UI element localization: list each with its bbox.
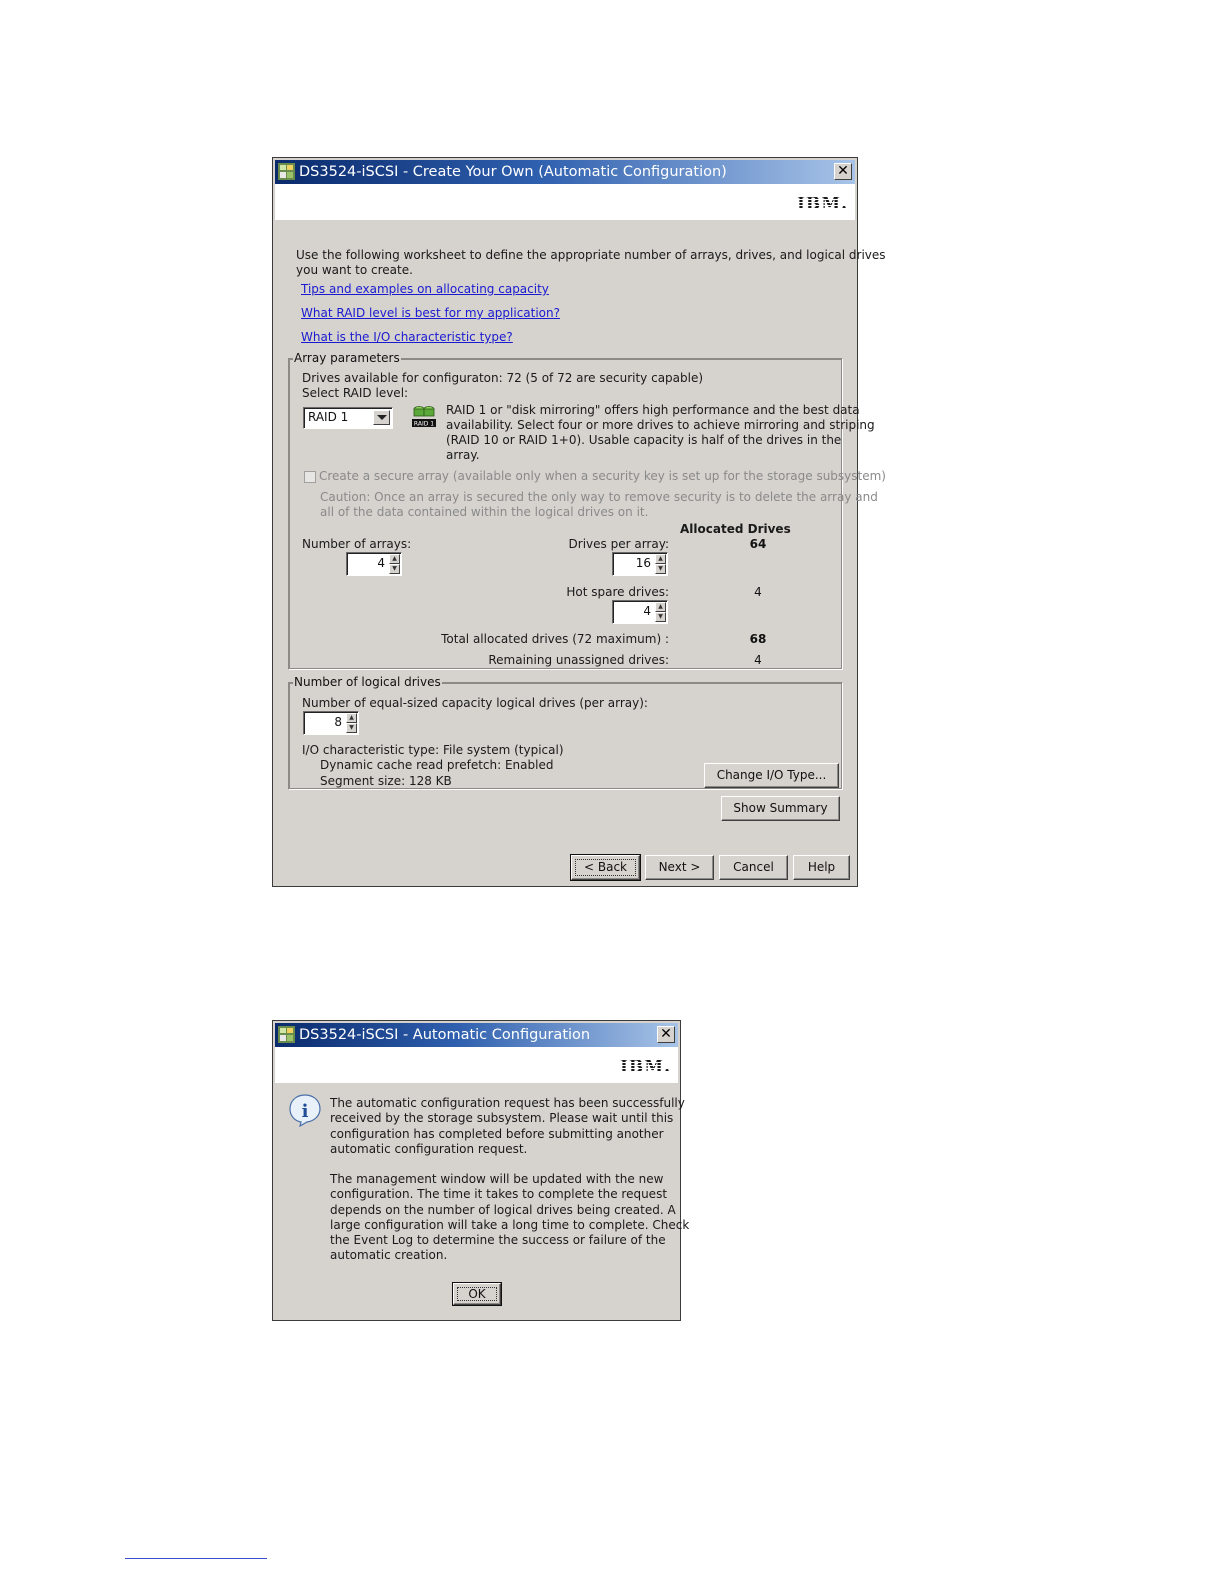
window-title: DS3524-iSCSI - Automatic Configuration (299, 1027, 591, 1043)
ok-button[interactable]: OK (452, 1282, 502, 1306)
hot-spare-label: Hot spare drives: (566, 585, 669, 599)
io-characteristic-help-link[interactable]: What is the I/O characteristic type? (301, 330, 513, 344)
array-parameters-group: Array parameters Drives available for co… (288, 351, 886, 670)
drives-per-array-stepper[interactable]: 16 ▲ ▼ (612, 552, 668, 576)
message-line: large configuration will take a long tim… (330, 1218, 690, 1232)
close-icon[interactable]: ✕ (834, 163, 852, 180)
automatic-configuration-dialog: DS3524-iSCSI - Automatic Configuration ✕… (272, 1020, 689, 1321)
message-line: depends on the number of logical drives … (330, 1203, 676, 1217)
hot-spare-value: 4 (643, 604, 651, 618)
raid-level-value: RAID 1 (308, 410, 349, 424)
select-raid-label: Select RAID level: (302, 386, 409, 400)
remaining-unassigned-label: Remaining unassigned drives: (488, 653, 669, 667)
cancel-label: Cancel (733, 860, 774, 874)
back-label: < Back (575, 859, 636, 876)
raid-description-line: RAID 1 or "disk mirroring" offers high p… (446, 403, 860, 417)
drives-per-array-value: 16 (635, 556, 651, 570)
help-button[interactable]: Help (793, 855, 850, 880)
caution-text-2: all of the data contained within the log… (320, 505, 649, 519)
banner: IBM. (275, 184, 855, 220)
drives-per-array-label: Drives per array: (568, 537, 669, 551)
caution-text: Caution: Once an array is secured the on… (320, 490, 878, 504)
footnote-rule (125, 1558, 267, 1559)
cancel-button[interactable]: Cancel (719, 855, 788, 880)
tips-link[interactable]: Tips and examples on allocating capacity (301, 282, 549, 296)
create-your-own-dialog: DS3524-iSCSI - Create Your Own (Automati… (272, 157, 886, 887)
drives-available-text: Drives available for configuraton: 72 (5… (302, 371, 704, 385)
next-button[interactable]: Next > (645, 855, 714, 880)
allocated-hot-spare-value: 4 (754, 585, 762, 599)
prefetch-text: Dynamic cache read prefetch: Enabled (320, 758, 554, 772)
close-icon[interactable]: ✕ (657, 1026, 675, 1043)
message-line: automatic creation. (330, 1248, 448, 1262)
ibm-logo: IBM. (796, 194, 848, 214)
raid-icon-label: RAID 1 (414, 421, 434, 428)
intro-text-2: you want to create. (296, 263, 413, 277)
show-summary-label: Show Summary (733, 801, 828, 815)
secure-array-checkbox[interactable] (304, 471, 316, 483)
secure-array-label: Create a secure array (available only wh… (319, 469, 886, 483)
total-allocated-label: Total allocated drives (72 maximum) : (441, 632, 669, 646)
window-title: DS3524-iSCSI - Create Your Own (Automati… (299, 164, 727, 180)
spin-down-icon[interactable]: ▼ (655, 564, 666, 574)
array-parameters-legend: Array parameters (293, 351, 401, 365)
raid-level-help-link[interactable]: What RAID level is best for my applicati… (301, 306, 560, 320)
title-bar[interactable]: DS3524-iSCSI - Create Your Own (Automati… (275, 160, 855, 184)
ok-label: OK (457, 1287, 497, 1301)
storage-manager-app-icon (278, 1026, 295, 1043)
hot-spare-stepper[interactable]: 4 ▲ ▼ (612, 600, 668, 624)
change-io-type-button[interactable]: Change I/O Type... (704, 763, 839, 788)
allocated-drives-header: Allocated Drives (680, 522, 791, 536)
banner: IBM. (275, 1047, 678, 1083)
message-line: The automatic configuration request has … (330, 1096, 685, 1110)
spin-up-icon[interactable]: ▲ (655, 602, 666, 612)
storage-manager-app-icon (278, 163, 295, 180)
io-type-text: I/O characteristic type: File system (ty… (302, 743, 564, 757)
raid-description-line: availability. Select four or more drives… (446, 418, 875, 432)
raid-description-line: array. (446, 448, 480, 462)
info-icon: i (289, 1094, 321, 1127)
message-line: configuration has completed before submi… (330, 1127, 664, 1141)
info-icon-glyph: i (302, 1101, 309, 1122)
allocated-per-array-value: 64 (749, 537, 767, 551)
spin-up-icon[interactable]: ▲ (655, 554, 666, 564)
show-summary-button[interactable]: Show Summary (721, 796, 840, 821)
number-of-arrays-label: Number of arrays: (302, 537, 412, 551)
chevron-down-icon[interactable] (373, 410, 390, 425)
message-line: the Event Log to determine the success o… (330, 1233, 666, 1247)
spin-up-icon[interactable]: ▲ (346, 713, 357, 723)
spin-down-icon[interactable]: ▼ (346, 723, 357, 733)
logical-drives-legend: Number of logical drives (293, 675, 442, 689)
number-of-arrays-stepper[interactable]: 4 ▲ ▼ (346, 552, 402, 576)
message-line: automatic configuration request. (330, 1142, 528, 1156)
equal-sized-label: Number of equal-sized capacity logical d… (302, 696, 648, 710)
segment-size-text: Segment size: 128 KB (320, 774, 452, 788)
message-line: configuration. The time it takes to comp… (330, 1187, 668, 1201)
number-of-arrays-value: 4 (377, 556, 385, 570)
intro-text: Use the following worksheet to define th… (296, 248, 886, 262)
help-label: Help (807, 860, 836, 874)
ibm-logo: IBM. (619, 1057, 671, 1077)
title-bar[interactable]: DS3524-iSCSI - Automatic Configuration ✕ (275, 1023, 678, 1047)
change-io-type-label: Change I/O Type... (716, 768, 827, 782)
spin-up-icon[interactable]: ▲ (389, 554, 400, 564)
logical-drives-stepper[interactable]: 8 ▲ ▼ (303, 711, 359, 735)
back-button[interactable]: < Back (570, 854, 641, 881)
message-line: The management window will be updated wi… (330, 1172, 664, 1186)
raid-description-line: (RAID 10 or RAID 1+0). Usable capacity i… (446, 433, 842, 447)
raid-1-icon: RAID 1 (412, 406, 436, 428)
logical-drives-group: Number of logical drives Number of equal… (288, 675, 843, 790)
next-label: Next > (658, 860, 701, 874)
logical-drives-value: 8 (334, 715, 342, 729)
message-line: received by the storage subsystem. Pleas… (330, 1111, 674, 1125)
spin-down-icon[interactable]: ▼ (389, 564, 400, 574)
total-allocated-value: 68 (749, 632, 767, 646)
remaining-unassigned-value: 4 (754, 653, 762, 667)
spin-down-icon[interactable]: ▼ (655, 612, 666, 622)
raid-level-select[interactable]: RAID 1 (303, 407, 393, 429)
